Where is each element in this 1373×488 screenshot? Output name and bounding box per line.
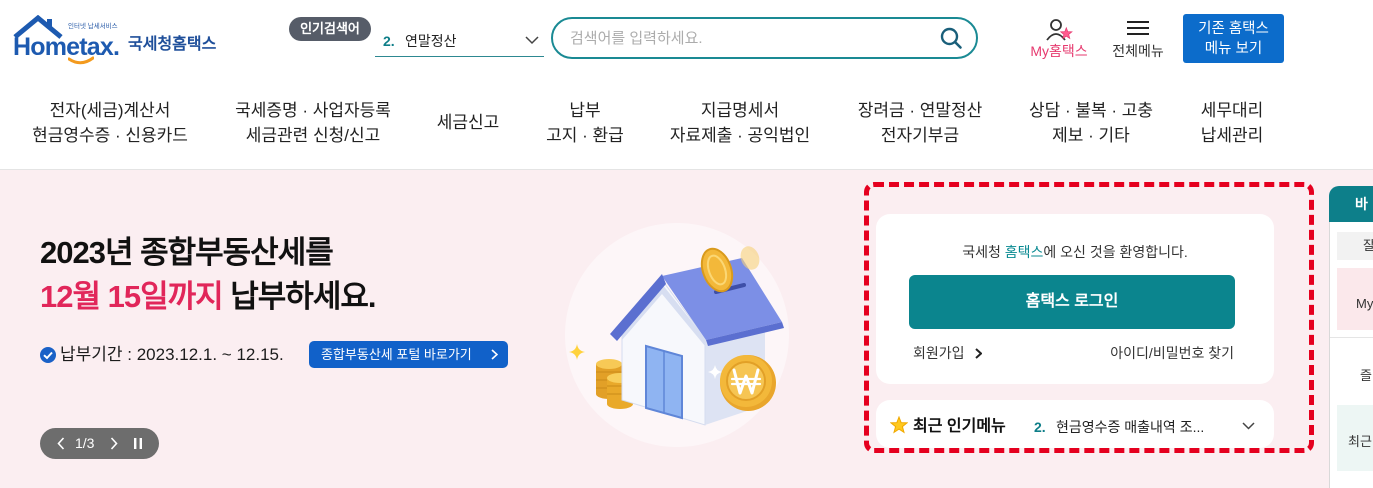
banner-title-line1: 2023년 종합부동산세를 xyxy=(40,235,334,270)
welcome-message: 국세청 홈택스에 오신 것을 환영합니다. xyxy=(876,243,1274,261)
nav-item-label: 세금신고 xyxy=(436,113,500,132)
popular-search-rank: 2. xyxy=(383,33,395,49)
search-icon[interactable] xyxy=(939,26,963,50)
check-circle-icon xyxy=(40,347,56,363)
quick-menu-item[interactable]: 즐 xyxy=(1337,366,1373,386)
hometax-logo[interactable]: 인터넷 납세서비스 Hometax. 국세청홈택스 xyxy=(10,14,226,66)
popular-menu-panel: 최근 인기메뉴 2. 현금영수증 매출내역 조... xyxy=(876,400,1274,448)
legacy-menu-button[interactable]: 기존 홈택스 메뉴 보기 xyxy=(1183,14,1284,63)
popular-search-term: 연말정산 xyxy=(405,33,457,49)
login-button[interactable]: 홈택스 로그인 xyxy=(909,275,1235,329)
logo-brand-text: Hometax. xyxy=(13,33,120,61)
star-icon xyxy=(890,416,908,434)
nav-item-label: 국세증명 · 사업자등록 xyxy=(235,101,391,120)
my-hometax-label: My홈택스 xyxy=(1030,43,1088,59)
welcome-suffix: 에 오신 것을 환영합니다. xyxy=(1043,244,1188,260)
logo-swoosh-icon xyxy=(68,56,94,65)
quick-menu-panel: 바 잘 My 즐 최근 xyxy=(1329,186,1373,488)
all-menu-button[interactable]: 전체메뉴 xyxy=(1104,16,1172,62)
won-coin-icon xyxy=(720,355,776,411)
welcome-brand: 홈택스 xyxy=(1004,244,1044,260)
nav-item-label: 세무대리 xyxy=(1200,101,1264,120)
logo-tagline: 인터넷 납세서비스 xyxy=(68,23,118,30)
next-slide-icon[interactable] xyxy=(110,437,118,450)
signup-label: 회원가입 xyxy=(913,345,965,361)
nav-item-label: 상담 · 불복 · 고충 xyxy=(1028,101,1154,120)
signup-link[interactable]: 회원가입 xyxy=(913,344,982,362)
hamburger-menu-icon xyxy=(1127,21,1149,35)
payment-period: 납부기간 : 2023.12.1. ~ 12.15. xyxy=(60,345,284,364)
popular-search-badge: 인기검색어 xyxy=(289,17,371,41)
nav-item-label: 장려금 · 연말정산 xyxy=(857,101,983,120)
banner-title-line2: 12월 15일까지 납부하세요. xyxy=(40,277,376,317)
pager-count: 1/3 xyxy=(75,435,95,451)
find-account-link[interactable]: 아이디/비밀번호 찾기 xyxy=(1110,344,1234,362)
nav-item-certificate[interactable]: 국세증명 · 사업자등록 세금관련 신청/신고 xyxy=(228,98,398,148)
popular-menu-item[interactable]: 현금영수증 매출내역 조... xyxy=(1056,418,1204,436)
nav-item-payment-statement[interactable]: 지급명세서 자료제출 · 공익법인 xyxy=(660,98,820,148)
nav-item-invoice[interactable]: 전자(세금)계산서 현금영수증 · 신용카드 xyxy=(25,98,195,148)
quick-menu-item-label: My xyxy=(1356,296,1373,311)
my-hometax-button[interactable]: My홈택스 xyxy=(1020,16,1098,62)
popular-menu-title: 최근 인기메뉴 xyxy=(913,418,1006,435)
popular-search-dropdown[interactable]: 2. 연말정산 xyxy=(375,25,544,57)
nav-item-tax-filing[interactable]: 세금신고 xyxy=(418,110,518,135)
banner-title-rest: 납부하세요. xyxy=(222,279,376,314)
chevron-down-icon xyxy=(525,36,539,45)
quick-menu-header: 바 xyxy=(1329,186,1373,222)
search-box xyxy=(551,17,978,59)
nav-item-label: 전자기부금 xyxy=(880,126,960,145)
all-menu-label: 전체메뉴 xyxy=(1112,43,1164,59)
login-panel: 국세청 홈택스에 오신 것을 환영합니다. 홈택스 로그인 회원가입 아이디/비… xyxy=(876,214,1274,384)
pause-icon[interactable] xyxy=(133,437,143,450)
quick-menu-item[interactable]: My xyxy=(1337,268,1373,330)
nav-item-label: 납세관리 xyxy=(1200,126,1264,145)
nav-item-label: 전자(세금)계산서 xyxy=(49,101,171,120)
quick-menu-divider xyxy=(1330,337,1373,338)
chevron-down-icon[interactable] xyxy=(1242,422,1255,430)
search-input[interactable] xyxy=(570,27,920,49)
nav-item-payment[interactable]: 납부 고지 · 환급 xyxy=(535,98,635,148)
nav-item-incentive[interactable]: 장려금 · 연말정산 전자기부금 xyxy=(840,98,1000,148)
quick-menu-item[interactable]: 최근 xyxy=(1337,405,1373,471)
quick-menu-item-label: 잘 xyxy=(1363,238,1373,253)
quick-menu-item-label: 최근 xyxy=(1348,434,1372,449)
user-star-icon xyxy=(1046,19,1073,41)
quick-menu-item-label: 즐 xyxy=(1360,368,1372,383)
nav-item-label: 세금관련 신청/신고 xyxy=(245,126,381,145)
banner-title-highlight: 12월 15일까지 xyxy=(40,279,224,314)
nav-item-label: 제보 · 기타 xyxy=(1052,126,1130,145)
popular-menu-rank: 2. xyxy=(1034,419,1046,435)
nav-item-label: 자료제출 · 공익법인 xyxy=(669,126,811,145)
welcome-prefix: 국세청 xyxy=(962,244,1005,260)
nav-item-tax-agent[interactable]: 세무대리 납세관리 xyxy=(1182,98,1282,148)
chevron-right-icon xyxy=(491,349,498,360)
nav-item-label: 현금영수증 · 신용카드 xyxy=(32,126,188,145)
property-tax-portal-button[interactable]: 종합부동산세 포털 바로가기 xyxy=(309,341,508,368)
hometax-page: 인터넷 납세서비스 Hometax. 국세청홈택스 인기검색어 2. 연말정산 … xyxy=(0,0,1373,488)
nav-item-label: 지급명세서 xyxy=(700,101,780,120)
banner-pager: 1/3 xyxy=(40,428,159,459)
chevron-right-icon xyxy=(975,348,982,359)
prev-slide-icon[interactable] xyxy=(57,437,65,450)
logo-subtitle: 국세청홈택스 xyxy=(128,36,217,53)
house-coin-illustration xyxy=(565,223,789,447)
portal-button-label: 종합부동산세 포털 바로가기 xyxy=(321,347,472,362)
nav-item-consultation[interactable]: 상담 · 불복 · 고충 제보 · 기타 xyxy=(1016,98,1166,148)
nav-item-label: 고지 · 환급 xyxy=(546,126,624,145)
legacy-menu-line1: 기존 홈택스 xyxy=(1198,21,1269,37)
legacy-menu-line2: 메뉴 보기 xyxy=(1204,41,1263,57)
quick-menu-item[interactable]: 잘 xyxy=(1337,232,1373,260)
nav-item-label: 납부 xyxy=(569,101,601,120)
